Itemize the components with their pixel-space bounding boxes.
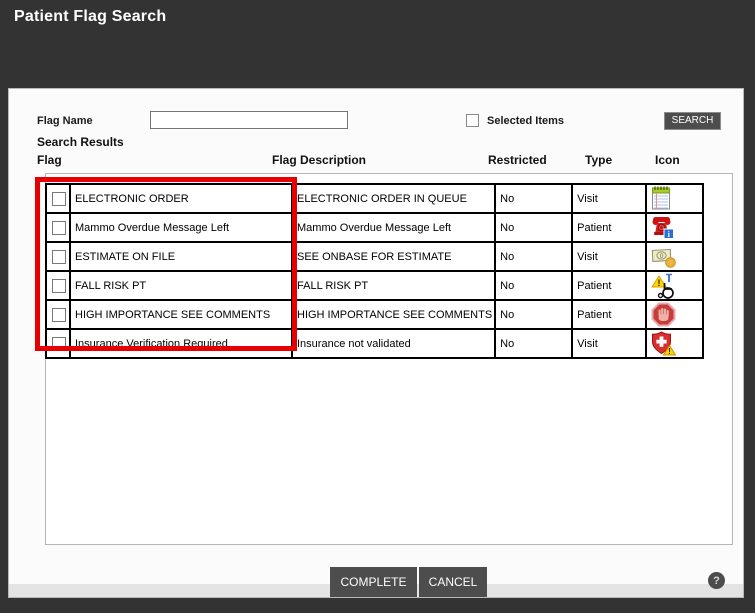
flag-cell: ESTIMATE ON FILE	[69, 241, 293, 272]
notepad-icon	[651, 186, 671, 211]
money-icon: 0	[651, 245, 676, 269]
type-cell: Visit	[571, 328, 648, 359]
description-cell: Insurance not validated	[290, 328, 497, 359]
column-header-type: Type	[585, 153, 613, 167]
type-cell: Patient	[571, 299, 648, 330]
row-checkbox[interactable]	[52, 220, 66, 235]
restricted-cell: No	[494, 270, 574, 301]
flag-name-input[interactable]	[150, 111, 348, 129]
table-row: HIGH IMPORTANCE SEE COMMENTS HIGH IMPORT…	[45, 299, 705, 330]
fall-risk-icon: !	[651, 273, 677, 298]
flag-cell: Mammo Overdue Message Left	[69, 212, 293, 243]
table-row: Mammo Overdue Message Left Mammo Overdue…	[45, 212, 705, 243]
table-row: ELECTRONIC ORDER ELECTRONIC ORDER IN QUE…	[45, 183, 705, 214]
column-header-description: Flag Description	[272, 153, 367, 167]
restricted-cell: No	[494, 328, 574, 359]
medical-shield-warning-icon: !	[651, 331, 677, 356]
row-checkbox[interactable]	[52, 278, 66, 293]
cancel-button[interactable]: CANCEL	[419, 567, 487, 597]
search-results-label: Search Results	[37, 135, 124, 149]
type-cell: Patient	[571, 270, 648, 301]
row-checkbox[interactable]	[52, 249, 66, 264]
selected-items-checkbox[interactable]	[466, 114, 479, 127]
description-cell: HIGH IMPORTANCE SEE COMMENTS	[290, 299, 497, 330]
svg-text:0: 0	[660, 253, 664, 260]
selected-items-label: Selected Items	[487, 115, 565, 127]
table-row: Insurance Verification Required Insuranc…	[45, 328, 705, 359]
restricted-cell: No	[494, 183, 574, 214]
search-button[interactable]: SEARCH	[664, 112, 721, 130]
phone-message-icon: i	[651, 215, 675, 240]
svg-text:!: !	[658, 278, 661, 288]
row-checkbox[interactable]	[52, 191, 66, 206]
results-table: ELECTRONIC ORDER ELECTRONIC ORDER IN QUE…	[45, 183, 705, 359]
column-header-flag: Flag	[37, 153, 62, 167]
help-icon[interactable]: ?	[708, 572, 725, 589]
type-cell: Visit	[571, 183, 648, 214]
footer-buttons: COMPLETE CANCEL	[330, 567, 487, 597]
type-cell: Patient	[571, 212, 648, 243]
table-row: ESTIMATE ON FILE SEE ONBASE FOR ESTIMATE…	[45, 241, 705, 272]
dialog-panel: Flag Name Selected Items SEARCH Search R…	[8, 88, 744, 598]
results-table-body: ELECTRONIC ORDER ELECTRONIC ORDER IN QUE…	[45, 183, 705, 359]
restricted-cell: No	[494, 212, 574, 243]
restricted-cell: No	[494, 241, 574, 272]
row-checkbox[interactable]	[52, 307, 66, 322]
description-cell: Mammo Overdue Message Left	[290, 212, 497, 243]
flag-cell: HIGH IMPORTANCE SEE COMMENTS	[69, 299, 293, 330]
type-cell: Visit	[571, 241, 648, 272]
row-checkbox[interactable]	[52, 336, 66, 351]
dialog-title: Patient Flag Search	[14, 8, 167, 25]
flag-cell: ELECTRONIC ORDER	[69, 183, 293, 214]
description-cell: ELECTRONIC ORDER IN QUEUE	[290, 183, 497, 214]
description-cell: SEE ONBASE FOR ESTIMATE	[290, 241, 497, 272]
flag-name-label: Flag Name	[37, 115, 93, 127]
description-cell: FALL RISK PT	[290, 270, 497, 301]
flag-cell: Insurance Verification Required	[69, 328, 293, 359]
restricted-cell: No	[494, 299, 574, 330]
complete-button[interactable]: COMPLETE	[330, 567, 417, 597]
column-header-restricted: Restricted	[488, 153, 547, 167]
column-header-icon: Icon	[655, 153, 680, 167]
stop-hand-icon	[651, 302, 676, 327]
flag-cell: FALL RISK PT	[69, 270, 293, 301]
table-row: FALL RISK PT FALL RISK PT No Patient !	[45, 270, 705, 301]
svg-text:!: !	[668, 347, 671, 356]
